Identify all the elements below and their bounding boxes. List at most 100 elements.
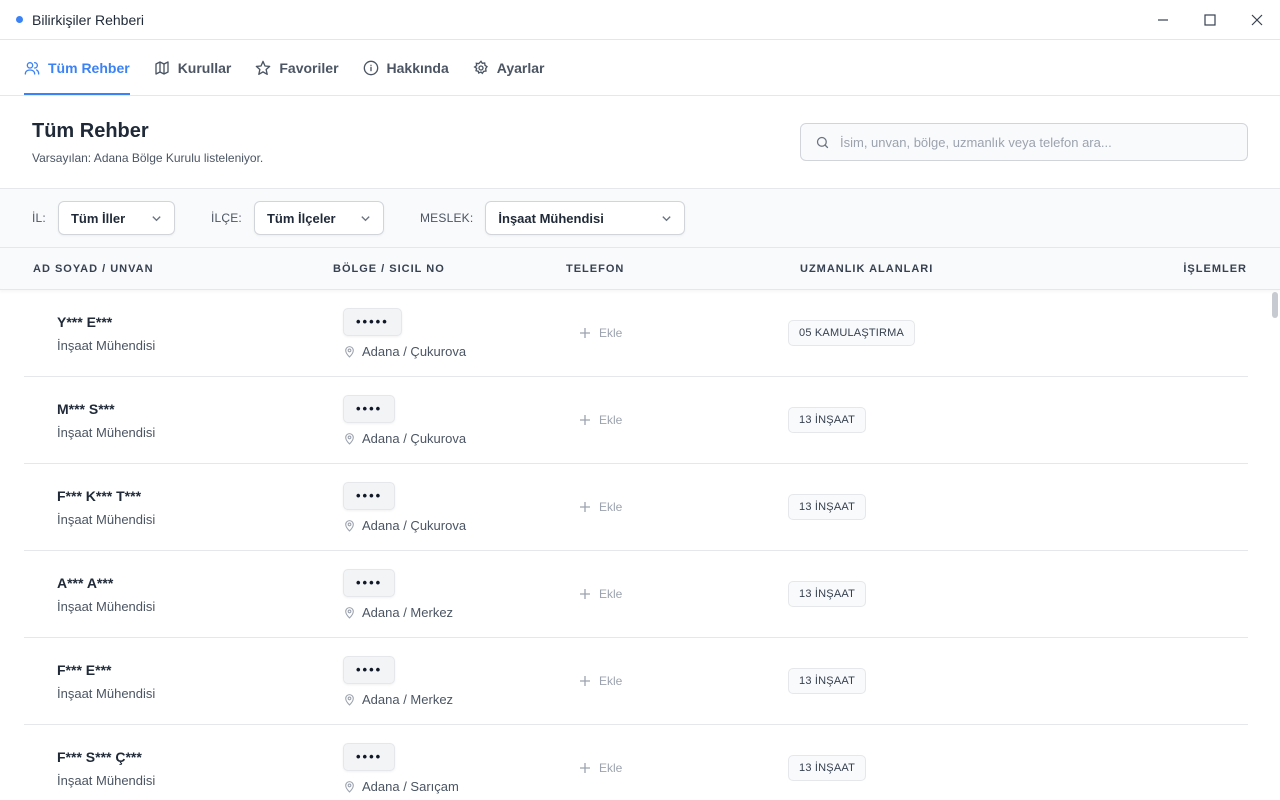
sicil-badge[interactable]: •••• xyxy=(343,742,396,771)
location-pin-icon xyxy=(345,606,354,619)
il-value: Tüm İller xyxy=(70,210,126,226)
il-label: İL: xyxy=(32,211,46,225)
chevron-down-icon xyxy=(662,215,672,221)
expert-name: F*** E*** xyxy=(57,661,112,678)
col-header-name[interactable]: AD SOYAD / UNVAN xyxy=(33,263,333,275)
table-row[interactable]: A*** A*** İnşaat Mühendisi •••• Adana / Me… xyxy=(24,551,1248,638)
title-bar: Bilirkişiler Rehberi xyxy=(0,0,1280,40)
tab-favoriler[interactable]: Favoriler xyxy=(255,40,339,95)
ilce-select[interactable]: Tüm İlçeler xyxy=(253,201,384,235)
tab-label: Favoriler xyxy=(279,59,339,76)
users-icon xyxy=(24,61,40,75)
location-text: Adana / Sarıçam xyxy=(362,778,459,794)
il-select[interactable]: Tüm İller xyxy=(57,201,175,235)
specialty-badge: 05 KAMULAŞTIRMA xyxy=(788,320,916,346)
specialty-badge: 13 İNŞAAT xyxy=(788,494,867,520)
add-phone-label: Ekle xyxy=(599,413,623,427)
page-header: Tüm Rehber Varsayılan: Adana Bölge Kurul… xyxy=(0,96,1280,188)
info-icon xyxy=(363,60,378,75)
meslek-select[interactable]: İnşaat Mühendisi xyxy=(485,201,686,235)
main-nav: Tüm Rehber Kurullar Favoriler Hakkında A… xyxy=(0,40,1280,96)
expert-title: İnşaat Mühendisi xyxy=(57,772,156,788)
location-text: Adana / Çukurova xyxy=(362,430,467,446)
add-phone-button[interactable]: Ekle xyxy=(579,587,788,601)
sicil-badge[interactable]: •••• xyxy=(343,568,396,597)
expert-name: M*** S*** xyxy=(57,400,115,417)
table-row[interactable]: M*** S*** İnşaat Mühendisi •••• Adana / Çu… xyxy=(24,377,1248,464)
add-phone-label: Ekle xyxy=(599,761,623,775)
plus-icon xyxy=(580,328,590,338)
col-header-actions[interactable]: İŞLEMLER xyxy=(1183,263,1247,275)
location-pin-icon xyxy=(345,519,354,532)
tab-label: Tüm Rehber xyxy=(48,59,130,76)
expert-name: Y*** E*** xyxy=(57,313,113,330)
location-text: Adana / Merkez xyxy=(362,691,454,707)
tab-ayarlar[interactable]: Ayarlar xyxy=(473,40,545,95)
sicil-badge[interactable]: •••• xyxy=(343,481,396,510)
tab-hakkinda[interactable]: Hakkında xyxy=(363,40,449,95)
specialty-badge: 13 İNŞAAT xyxy=(788,668,867,694)
maximize-button[interactable] xyxy=(1186,0,1233,40)
search-icon xyxy=(816,136,829,148)
add-phone-button[interactable]: Ekle xyxy=(579,326,788,340)
table-body: Y*** E*** İnşaat Mühendisi ••••• Adana / Ç… xyxy=(0,290,1280,800)
search-input[interactable]: İsim, unvan, bölge, uzmanlık veya telefo… xyxy=(800,123,1248,161)
expert-title: İnşaat Mühendisi xyxy=(57,598,156,614)
sicil-badge[interactable]: •••• xyxy=(343,655,396,684)
expert-name: F*** S*** Ç*** xyxy=(57,748,142,765)
specialty-badge: 13 İNŞAAT xyxy=(788,407,867,433)
table-row[interactable]: Y*** E*** İnşaat Mühendisi ••••• Adana / Ç… xyxy=(24,290,1248,377)
col-header-phone[interactable]: TELEFON xyxy=(566,263,800,275)
expert-name: F*** K*** T*** xyxy=(57,487,142,504)
meslek-label: MESLEK: xyxy=(419,211,474,225)
table-row[interactable]: F*** E*** İnşaat Mühendisi •••• Adana / Me… xyxy=(24,638,1248,725)
expert-title: İnşaat Mühendisi xyxy=(57,424,156,440)
tab-tum-rehber[interactable]: Tüm Rehber xyxy=(24,40,130,95)
meslek-value: İnşaat Mühendisi xyxy=(498,210,604,226)
location-pin-icon xyxy=(345,780,354,793)
add-phone-label: Ekle xyxy=(599,674,623,688)
add-phone-button[interactable]: Ekle xyxy=(579,761,788,775)
location-text: Adana / Merkez xyxy=(362,604,454,620)
specialty-badge: 13 İNŞAAT xyxy=(788,581,867,607)
col-header-region[interactable]: BÖLGE / SICIL NO xyxy=(333,263,566,275)
page-title: Tüm Rehber xyxy=(32,120,149,142)
page-subtitle: Varsayılan: Adana Bölge Kurulu listeleni… xyxy=(32,151,264,165)
expert-title: İnşaat Mühendisi xyxy=(57,685,156,701)
sicil-badge[interactable]: ••••• xyxy=(343,307,402,336)
table-row[interactable]: F*** K*** T*** İnşaat Mühendisi •••• Adana… xyxy=(24,464,1248,551)
expert-title: İnşaat Mühendisi xyxy=(57,337,156,353)
map-icon xyxy=(155,60,169,75)
location-pin-icon xyxy=(345,432,354,445)
sicil-badge[interactable]: •••• xyxy=(343,394,396,423)
filter-bar: İL: Tüm İller İLÇE: Tüm İlçeler MESLEK: … xyxy=(0,188,1280,248)
scrollbar-thumb[interactable] xyxy=(1272,292,1278,318)
table-header: AD SOYAD / UNVAN BÖLGE / SICIL NO TELEFO… xyxy=(0,248,1280,290)
plus-icon xyxy=(580,415,590,425)
location-pin-icon xyxy=(345,345,354,358)
window-title: Bilirkişiler Rehberi xyxy=(32,11,145,28)
chevron-down-icon xyxy=(152,215,161,221)
chevron-down-icon xyxy=(361,215,370,221)
plus-icon xyxy=(580,589,590,599)
add-phone-button[interactable]: Ekle xyxy=(579,674,788,688)
tab-label: Hakkında xyxy=(386,59,449,76)
expert-name: A*** A*** xyxy=(57,574,114,591)
plus-icon xyxy=(580,763,590,773)
add-phone-button[interactable]: Ekle xyxy=(579,413,788,427)
tab-label: Ayarlar xyxy=(496,59,545,76)
close-button[interactable] xyxy=(1233,0,1280,40)
table-row[interactable]: F*** S*** Ç*** İnşaat Mühendisi •••• Adana… xyxy=(24,725,1248,800)
ilce-value: Tüm İlçeler xyxy=(266,210,336,226)
close-icon xyxy=(1251,14,1262,25)
add-phone-label: Ekle xyxy=(599,587,623,601)
minimize-icon xyxy=(1157,18,1168,21)
col-header-specialty[interactable]: UZMANLIK ALANLARI xyxy=(800,263,1183,275)
tab-kurullar[interactable]: Kurullar xyxy=(154,40,231,95)
ilce-label: İLÇE: xyxy=(210,211,242,225)
specialty-badge: 13 İNŞAAT xyxy=(788,755,867,781)
add-phone-label: Ekle xyxy=(599,500,623,514)
add-phone-button[interactable]: Ekle xyxy=(579,500,788,514)
minimize-button[interactable] xyxy=(1139,0,1186,40)
location-pin-icon xyxy=(345,693,354,706)
